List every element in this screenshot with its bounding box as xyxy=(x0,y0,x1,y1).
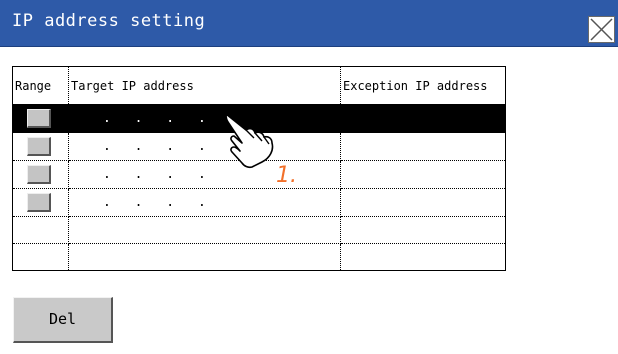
target-ip-cell[interactable]: . . . . xyxy=(68,104,341,133)
range-cell xyxy=(12,160,69,189)
column-header-range: Range xyxy=(12,66,69,105)
range-checkbox[interactable] xyxy=(27,193,51,212)
exception-ip-cell[interactable] xyxy=(340,132,506,161)
table-row[interactable] xyxy=(12,243,506,271)
exception-ip-cell[interactable] xyxy=(340,104,506,133)
range-cell xyxy=(12,216,69,244)
column-header-target-ip: Target IP address xyxy=(68,66,341,105)
range-cell xyxy=(12,104,69,133)
table-header-row: Range Target IP address Exception IP add… xyxy=(12,66,506,105)
exception-ip-cell[interactable] xyxy=(340,188,506,217)
target-ip-value: . . . . xyxy=(103,139,214,154)
range-cell xyxy=(12,188,69,217)
close-icon xyxy=(590,18,613,41)
table-row[interactable] xyxy=(12,216,506,244)
range-checkbox[interactable] xyxy=(27,109,51,128)
table-row[interactable]: . . . . xyxy=(12,188,506,217)
target-ip-cell[interactable]: . . . . xyxy=(68,132,341,161)
delete-button[interactable]: Del xyxy=(13,297,113,343)
range-checkbox[interactable] xyxy=(27,137,51,156)
target-ip-value: . . . . xyxy=(103,195,214,210)
close-button[interactable] xyxy=(588,16,615,43)
target-ip-cell[interactable]: . . . . xyxy=(68,160,341,189)
target-ip-value: . . . . xyxy=(103,111,214,126)
window-title: IP address setting xyxy=(12,11,206,31)
step-annotation-label: 1. xyxy=(276,163,297,188)
exception-ip-cell[interactable] xyxy=(340,216,506,244)
target-ip-cell[interactable] xyxy=(68,243,341,271)
title-bar: IP address setting xyxy=(0,0,618,47)
range-cell xyxy=(12,132,69,161)
target-ip-cell[interactable]: . . . . xyxy=(68,188,341,217)
range-cell xyxy=(12,243,69,271)
column-header-exception-ip: Exception IP address xyxy=(340,66,506,105)
target-ip-cell[interactable] xyxy=(68,216,341,244)
exception-ip-cell[interactable] xyxy=(341,244,506,271)
exception-ip-cell[interactable] xyxy=(340,160,506,189)
target-ip-value: . . . . xyxy=(103,167,214,182)
range-checkbox[interactable] xyxy=(27,165,51,184)
hand-pointer-icon xyxy=(225,113,274,169)
